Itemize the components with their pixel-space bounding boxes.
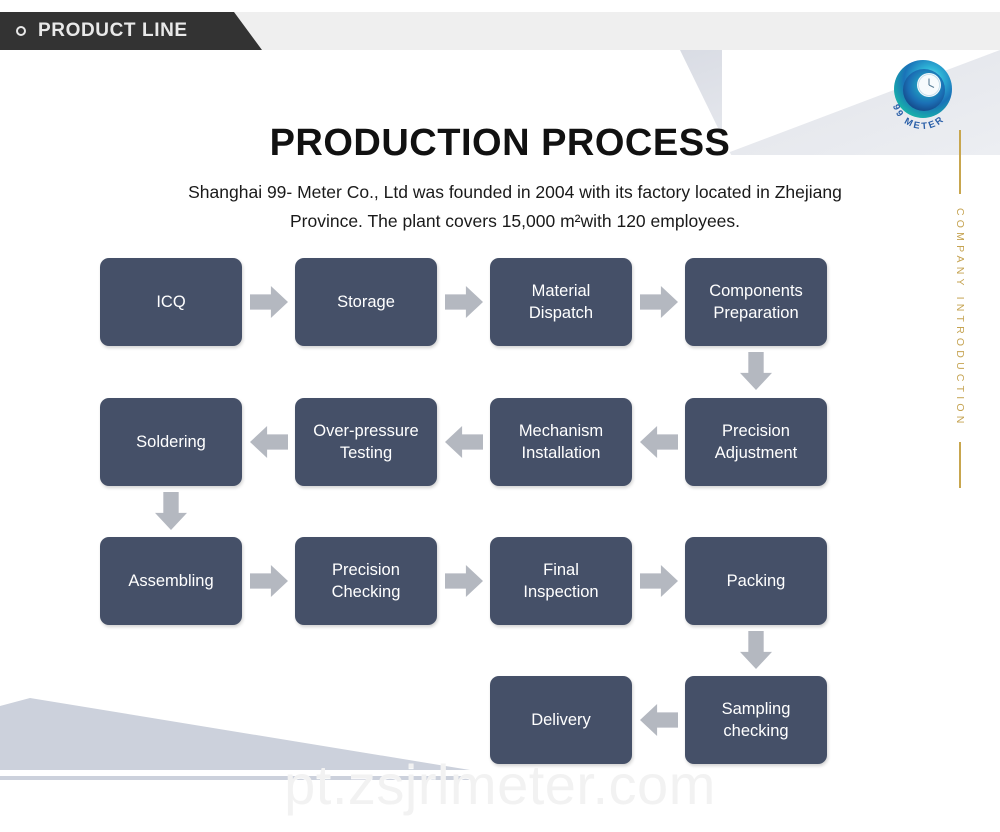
flow-arrow-material-dispatch-to-components	[640, 286, 678, 318]
flow-node-soldering: Soldering	[100, 398, 242, 486]
flow-node-storage: Storage	[295, 258, 437, 346]
flow-node-label: Precision Checking	[331, 561, 401, 601]
flow-arrow-components-to-precision-adjustment	[740, 352, 772, 390]
flow-node-precision-adjustment: Precision Adjustment	[685, 398, 827, 486]
flow-arrow-assembling-to-precision-checking	[250, 565, 288, 597]
flow-node-final-inspection: Final Inspection	[490, 537, 632, 625]
flow-node-icq: ICQ	[100, 258, 242, 346]
flow-arrow-soldering-to-assembling	[155, 492, 187, 530]
flow-node-label: Precision Adjustment	[714, 422, 798, 462]
flow-node-label: Mechanism Installation	[518, 422, 604, 462]
flow-node-label: Assembling	[128, 572, 214, 590]
flow-node-label: Components Preparation	[709, 282, 803, 322]
flow-arrow-icq-to-storage	[250, 286, 288, 318]
flow-node-label: Storage	[337, 293, 395, 311]
flow-node-label: Soldering	[136, 433, 206, 451]
flow-node-components-preparation: Components Preparation	[685, 258, 827, 346]
flow-arrow-precision-checking-to-final	[445, 565, 483, 597]
flow-arrow-mechanism-to-over-pressure	[445, 426, 483, 458]
flow-node-assembling: Assembling	[100, 537, 242, 625]
flow-arrow-final-inspection-to-packing	[640, 565, 678, 597]
flow-arrow-packing-to-sampling-checking	[740, 631, 772, 669]
flow-arrow-over-pressure-to-soldering	[250, 426, 288, 458]
flow-node-label: ICQ	[156, 293, 186, 311]
flow-node-precision-checking: Precision Checking	[295, 537, 437, 625]
flow-arrow-storage-to-material-dispatch	[445, 286, 483, 318]
flow-arrow-precision-adjustment-to-mechanism	[640, 426, 678, 458]
flow-node-mechanism-installation: Mechanism Installation	[490, 398, 632, 486]
flow-node-label: Packing	[726, 572, 786, 590]
production-process-flowchart: ICQ Storage Material Dispatch Components Prep…	[0, 0, 1000, 832]
flow-node-label: Material Dispatch	[528, 282, 594, 322]
site-watermark: pt.zsjrlmeter.com	[284, 753, 716, 816]
flow-node-label: Over-pressure Testing	[313, 422, 419, 462]
flow-node-label: Final Inspection	[523, 561, 599, 601]
flow-node-label: Sampling checking	[721, 700, 791, 740]
flow-node-sampling-checking: Sampling checking	[685, 676, 827, 764]
flow-node-delivery: Delivery	[490, 676, 632, 764]
flow-node-material-dispatch: Material Dispatch	[490, 258, 632, 346]
flow-arrow-sampling-checking-to-delivery	[640, 704, 678, 736]
flow-node-label: Delivery	[531, 711, 591, 729]
flow-node-packing: Packing	[685, 537, 827, 625]
flow-node-over-pressure-testing: Over-pressure Testing	[295, 398, 437, 486]
